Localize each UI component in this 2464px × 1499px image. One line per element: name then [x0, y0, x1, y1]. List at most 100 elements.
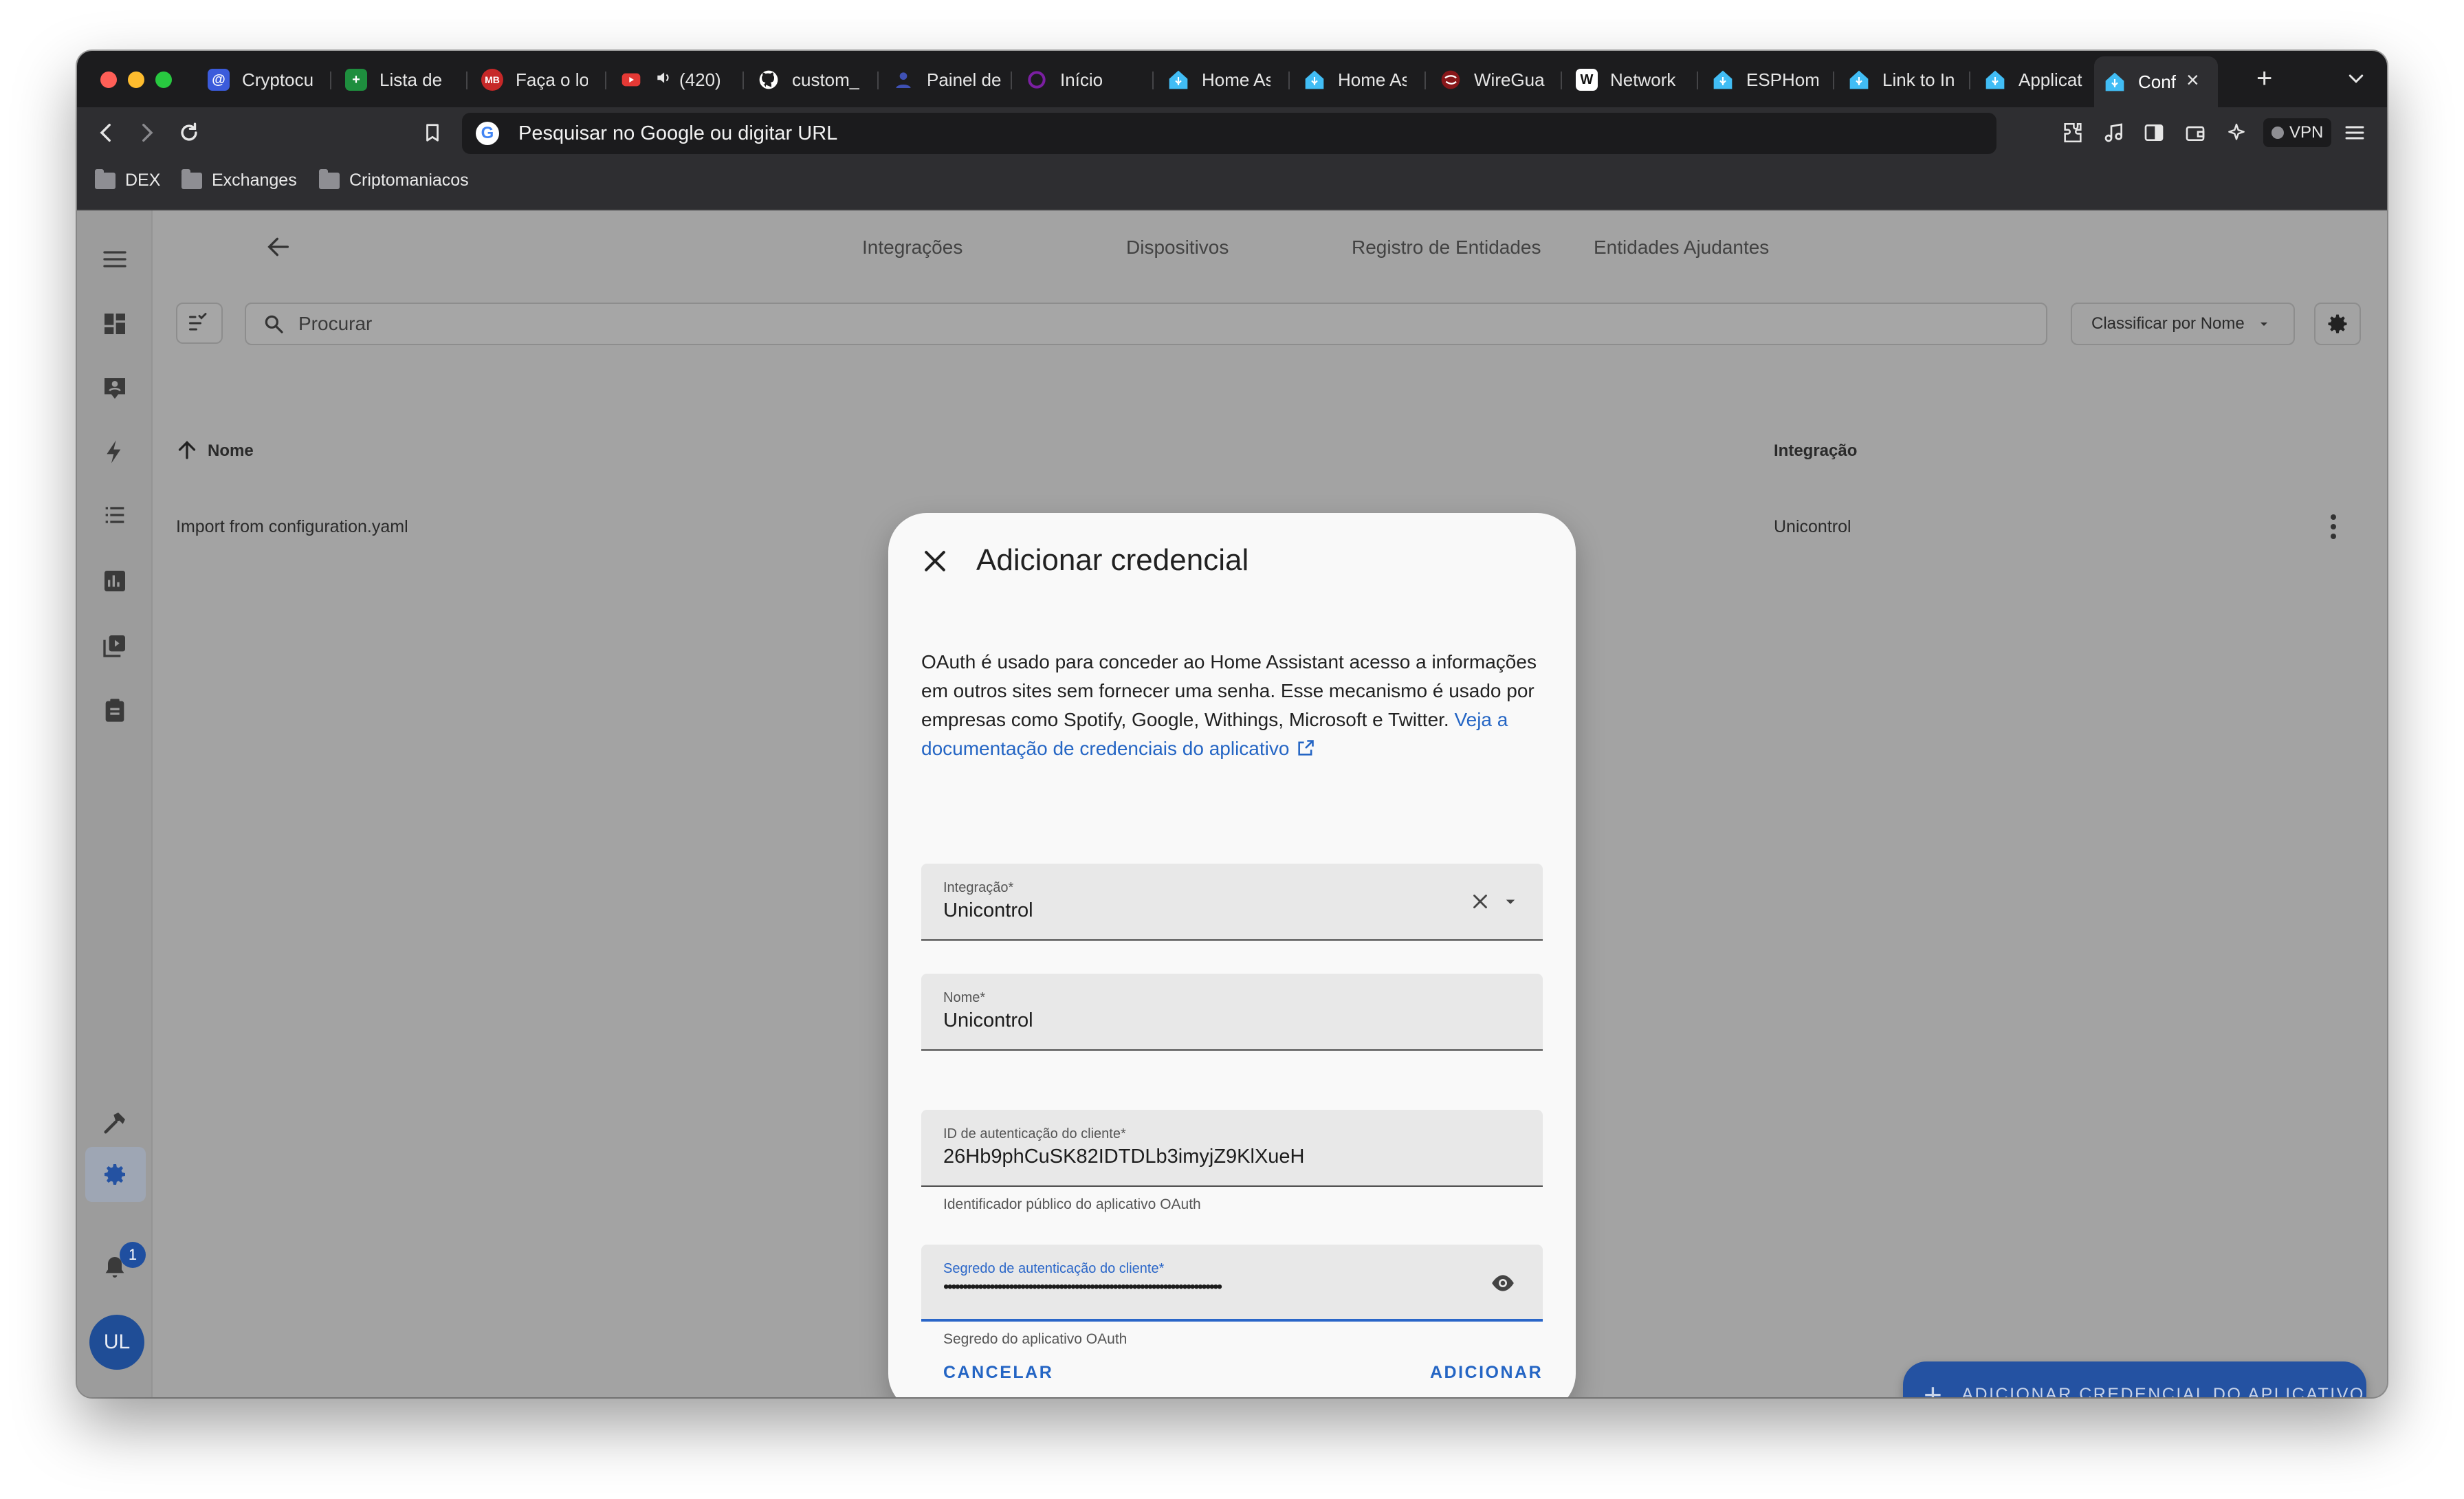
vpn-button[interactable]: VPN	[2263, 118, 2332, 147]
tab-integrations[interactable]: Integrações	[862, 237, 962, 259]
tab-entities[interactable]: Registro de Entidades	[1352, 237, 1541, 259]
back-arrow-icon[interactable]	[263, 231, 294, 263]
address-bar[interactable]: G Pesquisar no Google ou digitar URL	[462, 113, 1996, 154]
bookmark-icon[interactable]	[417, 117, 448, 149]
filter-list-icon	[189, 313, 207, 331]
client-id-helper: Identificador público do aplicativo OAut…	[943, 1196, 1201, 1212]
reload-icon[interactable]	[173, 117, 205, 149]
history-chart-icon[interactable]	[99, 565, 131, 597]
tab-separator	[1969, 72, 1970, 89]
bookmark-folder-exchanges[interactable]: Exchanges	[182, 168, 297, 190]
forward-arrow-icon[interactable]	[131, 117, 162, 149]
browser-tab[interactable]: Painel de	[883, 58, 1002, 102]
tab-label: Painel de	[927, 69, 1002, 90]
sort-dropdown[interactable]: Classificar por Nome	[2071, 303, 2295, 345]
tab-bar: @ Cryptocu + Lista de MB Faça o lo (420) custom…	[77, 51, 2387, 107]
bookmark-label: DEX	[125, 171, 161, 190]
browser-tab[interactable]: W Network	[1566, 58, 1689, 102]
close-window-button[interactable]	[100, 72, 117, 88]
browser-tab[interactable]: Link to In	[1838, 58, 1961, 102]
open-in-new-icon	[1298, 740, 1314, 756]
minimize-window-button[interactable]	[128, 72, 144, 88]
browser-tab[interactable]: Applicat	[1974, 58, 2091, 102]
speaker-icon[interactable]	[654, 69, 672, 91]
extensions-icon[interactable]	[2057, 117, 2089, 149]
github-icon	[758, 69, 780, 91]
todo-clipboard-icon[interactable]	[99, 694, 131, 726]
tab-helpers[interactable]: Entidades Ajudantes	[1594, 237, 1769, 259]
aria-sparkle-icon[interactable]	[2221, 117, 2252, 149]
add-application-credential-button[interactable]: + ADICIONAR CREDENCIAL DO APLICATIVO	[1903, 1361, 2366, 1397]
browser-tab[interactable]: custom_	[748, 58, 861, 102]
wireguard-icon	[1440, 69, 1462, 91]
dropdown-arrow-icon[interactable]	[1500, 891, 1521, 915]
bookmark-folder-criptomaniacos[interactable]: Criptomaniacos	[319, 168, 469, 190]
close-tab-icon[interactable]: ×	[2186, 65, 2199, 95]
sort-arrow-up-icon[interactable]	[175, 437, 199, 466]
media-play-icon[interactable]	[99, 630, 131, 661]
client-id-field[interactable]: ID de autenticação do cliente* 26Hb9phCu…	[921, 1110, 1543, 1187]
description-text: OAuth é usado para conceder ao Home Assi…	[921, 651, 1537, 730]
filter-button[interactable]	[176, 303, 223, 344]
back-arrow-icon[interactable]	[91, 117, 122, 149]
table-settings-button[interactable]	[2314, 303, 2361, 345]
tab-separator	[1011, 72, 1012, 89]
clear-icon[interactable]	[1468, 890, 1492, 917]
menu-icon[interactable]	[99, 243, 131, 275]
tab-label: Home As	[1338, 69, 1407, 90]
integration-select[interactable]: Integração* Unicontrol	[921, 864, 1543, 941]
home-assistant-icon	[1304, 69, 1326, 91]
show-password-eye-icon[interactable]	[1489, 1269, 1517, 1300]
tab-separator	[466, 72, 468, 89]
column-header-name[interactable]: Nome	[208, 441, 254, 461]
bookmark-folder-dex[interactable]: DEX	[95, 168, 161, 190]
browser-tab[interactable]: Home As	[1294, 58, 1407, 102]
browser-tab[interactable]: ESPHom	[1702, 58, 1818, 102]
tab-devices[interactable]: Dispositivos	[1126, 237, 1229, 259]
config-header: Integrações Dispositivos Registro de Ent…	[153, 210, 2387, 286]
notification-count-badge: 1	[120, 1242, 146, 1268]
tab-list-chevron-icon[interactable]	[2346, 69, 2366, 93]
search-icon	[265, 315, 283, 333]
tab-label: (420)	[679, 69, 720, 90]
user-avatar[interactable]: UL	[89, 1315, 144, 1370]
youtube-icon	[620, 69, 642, 91]
logbook-list-icon[interactable]	[99, 499, 131, 531]
browser-tab[interactable]: MB Faça o lo	[472, 58, 588, 102]
settings-gear-icon[interactable]	[99, 1159, 131, 1190]
browser-tab[interactable]: WireGua	[1430, 58, 1546, 102]
music-icon[interactable]	[2098, 117, 2130, 149]
cancel-button[interactable]: CANCELAR	[943, 1363, 1053, 1383]
client-secret-field[interactable]: Segredo de autenticação do cliente* ••••…	[921, 1245, 1543, 1322]
wallet-icon[interactable]	[2179, 117, 2211, 149]
sidebar-toggle-icon[interactable]	[2138, 117, 2170, 149]
browser-menu-icon[interactable]	[2339, 117, 2370, 149]
tab-label: Faça o lo	[516, 69, 588, 90]
client-id-value: 26Hb9phCuSK82IDTDLb3imyjZ9KlXueH	[943, 1146, 1305, 1168]
add-button[interactable]: ADICIONAR	[1430, 1363, 1543, 1383]
name-field[interactable]: Nome* Unicontrol	[921, 974, 1543, 1051]
sort-label: Classificar por Nome	[2091, 314, 2245, 333]
row-overflow-menu-icon[interactable]	[2329, 514, 2338, 539]
browser-tab[interactable]: @ Cryptocu	[198, 58, 318, 102]
browser-tab[interactable]: Home As	[1158, 58, 1270, 102]
energy-lightning-icon[interactable]	[99, 436, 131, 468]
browser-tab[interactable]: + Lista de	[336, 58, 455, 102]
search-input[interactable]: Procurar	[245, 303, 2047, 345]
developer-tools-hammer-icon[interactable]	[99, 1107, 131, 1139]
home-assistant-icon	[1167, 69, 1189, 91]
browser-tab[interactable]: Conf	[2094, 56, 2218, 107]
close-dialog-icon[interactable]	[920, 546, 950, 576]
zoom-window-button[interactable]	[155, 72, 172, 88]
search-placeholder: Procurar	[298, 313, 373, 334]
browser-tab[interactable]: (420)	[610, 58, 720, 102]
ring-icon	[1026, 69, 1048, 91]
column-header-integration[interactable]: Integração	[1774, 441, 1857, 461]
browser-window: @ Cryptocu + Lista de MB Faça o lo (420) custom…	[77, 51, 2387, 1397]
tab-label: Network	[1610, 69, 1676, 90]
home-assistant-app: 1 UL Integrações Dispositivos Registro d…	[77, 210, 2387, 1397]
map-person-icon[interactable]	[99, 373, 131, 404]
new-tab-button[interactable]: +	[2256, 63, 2272, 94]
browser-tab[interactable]: Início	[1016, 58, 1136, 102]
overview-dashboard-icon[interactable]	[99, 308, 131, 340]
